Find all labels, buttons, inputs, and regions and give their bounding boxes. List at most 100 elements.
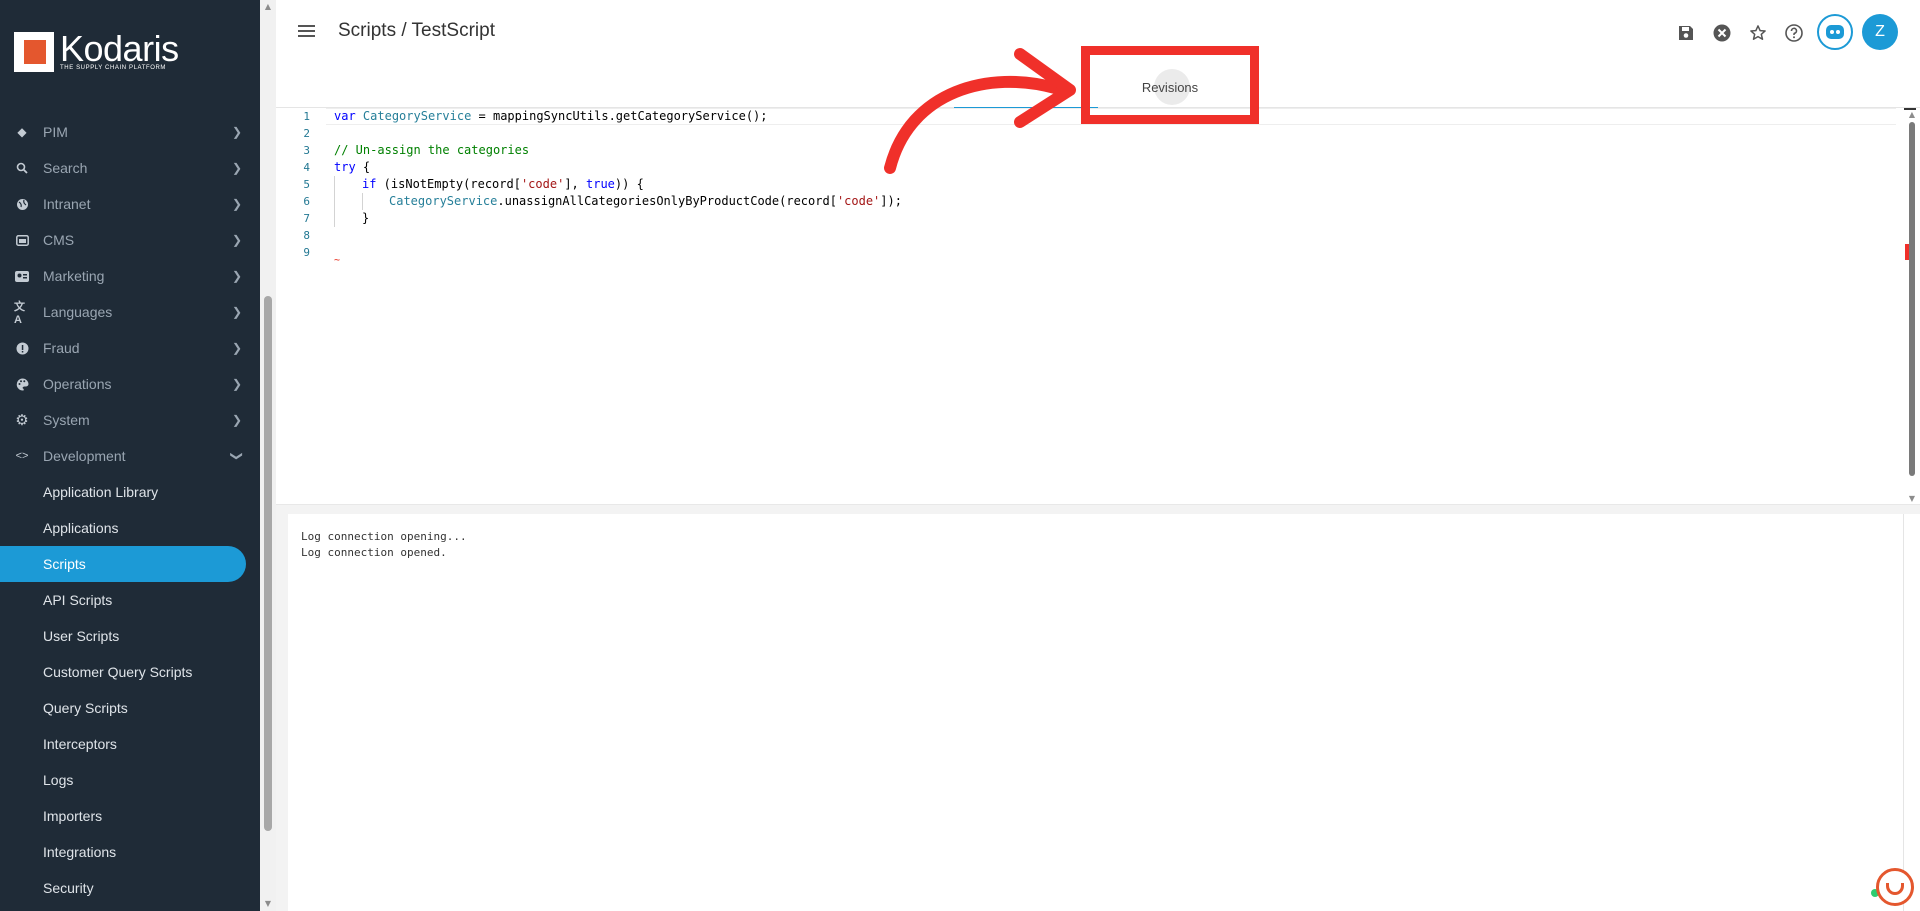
sidebar-subitem-integrations[interactable]: Integrations xyxy=(0,834,260,870)
sidebar-subitem-logs[interactable]: Logs xyxy=(0,762,260,798)
top-bar: Scripts / TestScript Z xyxy=(276,0,1920,66)
code-line: 7 } xyxy=(276,210,1896,227)
code-line: 2 xyxy=(276,125,1896,142)
sidebar-subitem-scripts[interactable]: Scripts xyxy=(0,546,246,582)
sidebar-subitem-security[interactable]: Security xyxy=(0,870,260,906)
log-line: Log connection opening... xyxy=(301,530,467,543)
close-circle-icon xyxy=(1713,24,1731,42)
sidebar-subitem-query-scripts[interactable]: Query Scripts xyxy=(0,690,260,726)
help-circle-icon xyxy=(1785,24,1803,42)
scroll-up-icon[interactable]: ▲ xyxy=(1907,110,1917,120)
sidebar-item-label: Fraud xyxy=(43,340,80,356)
code-line: 8 xyxy=(276,227,1896,244)
sidebar-subitem-api-scripts[interactable]: API Scripts xyxy=(0,582,260,618)
code-line: 6 CategoryService.unassignAllCategoriesO… xyxy=(276,193,1896,210)
scroll-down-icon[interactable]: ▼ xyxy=(263,899,273,909)
scrollbar-thumb[interactable] xyxy=(1909,122,1915,476)
code-token: (isNotEmpty(record[ xyxy=(376,177,521,191)
sidebar-item-label: PIM xyxy=(43,124,68,140)
sidebar-item-development[interactable]: <> Development ❯ xyxy=(0,438,260,474)
browser-icon xyxy=(14,232,30,248)
chevron-right-icon: ❯ xyxy=(231,269,243,283)
editor-tabs: Revisions xyxy=(276,66,1920,109)
code-token: .unassignAllCategoriesOnlyByProductCode(… xyxy=(497,194,837,208)
sidebar-item-pim[interactable]: ◆ PIM ❯ xyxy=(0,114,260,150)
chevron-right-icon: ❯ xyxy=(231,377,243,391)
sidebar-item-search[interactable]: Search ❯ xyxy=(0,150,260,186)
sidebar-subitem-importers[interactable]: Importers xyxy=(0,798,260,834)
chat-support-button[interactable] xyxy=(1876,868,1914,906)
chevron-right-icon: ❯ xyxy=(231,305,243,319)
gear-icon: ⚙ xyxy=(15,412,29,429)
main-nav: ◆ PIM ❯ Search ❯ Intranet ❯ CMS ❯ Market… xyxy=(0,114,260,906)
code-line: 9 xyxy=(276,244,1896,261)
id-card-icon xyxy=(14,268,30,284)
sidebar-item-cms[interactable]: CMS ❯ xyxy=(0,222,260,258)
code-area[interactable]: 1 var CategoryService = mappingSyncUtils… xyxy=(276,108,1896,504)
help-button[interactable] xyxy=(1781,20,1807,46)
sidebar-scrollbar[interactable]: ▲ ▼ xyxy=(260,0,276,911)
scrollbar-thumb[interactable] xyxy=(264,296,272,831)
code-token: true xyxy=(586,177,615,191)
save-button[interactable] xyxy=(1673,20,1699,46)
sidebar-item-label: CMS xyxy=(43,232,75,248)
page-title: Scripts / TestScript xyxy=(338,20,495,41)
tag-icon: ◆ xyxy=(17,125,27,139)
line-number: 1 xyxy=(303,110,310,123)
chevron-right-icon: ❯ xyxy=(231,161,243,175)
scroll-up-icon[interactable]: ▲ xyxy=(263,2,273,12)
sidebar: Kodaris THE SUPPLY CHAIN PLATFORM ◆ PIM … xyxy=(0,0,260,911)
line-number: 7 xyxy=(303,212,310,225)
code-token: ], xyxy=(564,177,586,191)
code-editor[interactable]: 1 var CategoryService = mappingSyncUtils… xyxy=(276,108,1920,504)
tab-script[interactable] xyxy=(954,66,1098,109)
translate-icon: 文A xyxy=(14,301,25,326)
code-token: CategoryService xyxy=(362,109,472,123)
sidebar-item-intranet[interactable]: Intranet ❯ xyxy=(0,186,260,222)
tab-revisions[interactable]: Revisions xyxy=(1098,66,1242,108)
alert-icon xyxy=(14,340,30,356)
log-divider xyxy=(1903,514,1904,911)
code-comment: // Un-assign the categories xyxy=(334,143,530,157)
logo-tagline: THE SUPPLY CHAIN PLATFORM xyxy=(60,64,167,71)
sidebar-item-label: Operations xyxy=(43,376,112,392)
chevron-right-icon: ❯ xyxy=(231,197,243,211)
sidebar-item-label: Intranet xyxy=(43,196,91,212)
sidebar-item-system[interactable]: ⚙ System ❯ xyxy=(0,402,260,438)
editor-scrollbar[interactable]: ▲ ▼ xyxy=(1904,108,1920,504)
close-button[interactable] xyxy=(1709,20,1735,46)
code-line: 4 try { xyxy=(276,159,1896,176)
search-icon xyxy=(14,160,30,176)
sidebar-item-fraud[interactable]: Fraud ❯ xyxy=(0,330,260,366)
line-number: 5 xyxy=(303,178,310,191)
sidebar-subitem-user-scripts[interactable]: User Scripts xyxy=(0,618,260,654)
code-token: var xyxy=(334,109,356,123)
chevron-right-icon: ❯ xyxy=(231,413,243,427)
line-number: 4 xyxy=(303,161,310,174)
kodaris-logo[interactable]: Kodaris THE SUPPLY CHAIN PLATFORM xyxy=(14,27,179,72)
sidebar-subitem-application-library[interactable]: Application Library xyxy=(0,474,260,510)
ai-assistant-button[interactable] xyxy=(1817,14,1853,50)
log-output: Log connection opening... Log connection… xyxy=(301,529,467,561)
scroll-down-icon[interactable]: ▼ xyxy=(1907,494,1917,504)
error-marker xyxy=(1905,244,1909,260)
logo-brand-name: Kodaris xyxy=(60,27,179,69)
sidebar-item-languages[interactable]: 文A Languages ❯ xyxy=(0,294,260,330)
code-line: 3 // Un-assign the categories xyxy=(276,142,1896,159)
code-token: if xyxy=(362,177,377,191)
sidebar-item-operations[interactable]: Operations ❯ xyxy=(0,366,260,402)
user-avatar[interactable]: Z xyxy=(1862,14,1898,50)
sidebar-subitem-applications[interactable]: Applications xyxy=(0,510,260,546)
sidebar-subitem-interceptors[interactable]: Interceptors xyxy=(0,726,260,762)
favorite-button[interactable] xyxy=(1745,20,1771,46)
panel-splitter[interactable] xyxy=(276,504,1920,514)
sidebar-item-label: Marketing xyxy=(43,268,105,284)
sidebar-item-marketing[interactable]: Marketing ❯ xyxy=(0,258,260,294)
sidebar-subitem-customer-query-scripts[interactable]: Customer Query Scripts xyxy=(0,654,260,690)
hamburger-menu-icon[interactable] xyxy=(296,22,318,44)
code-token: = mappingSyncUtils.getCategoryService(); xyxy=(471,109,768,123)
tab-label: Revisions xyxy=(1141,79,1199,95)
palette-icon xyxy=(14,376,30,392)
sidebar-item-label: System xyxy=(43,412,90,428)
sidebar-item-label: Search xyxy=(43,160,88,176)
